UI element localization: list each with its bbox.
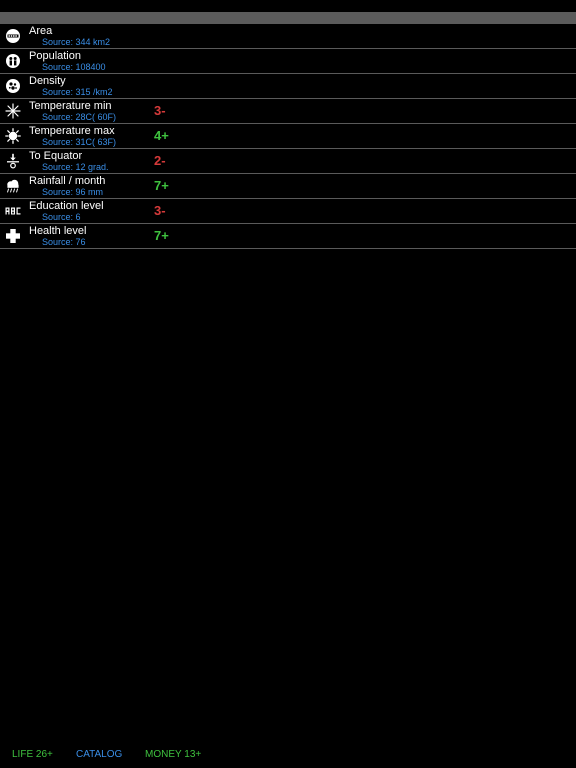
- stat-source-temperature-max: Source: 31C( 63F): [42, 137, 117, 147]
- stat-row-temperature-max: Temperature max Source: 31C( 63F) 4+: [0, 124, 576, 149]
- stat-label-rainfall: Rainfall / month: [29, 175, 106, 187]
- stat-source-rainfall: Source: 96 mm: [42, 187, 104, 197]
- abc-icon: [5, 203, 21, 219]
- sun-icon: [5, 128, 21, 144]
- stat-score-health: 7+: [154, 228, 169, 243]
- stat-source-to-equator: Source: 12 grad.: [42, 162, 109, 172]
- stat-score-rainfall: 7+: [154, 178, 169, 193]
- snowflake-icon: [5, 103, 21, 119]
- stat-row-population: Population Source: 108400: [0, 49, 576, 74]
- density-icon: [5, 78, 21, 94]
- stat-score-to-equator: 2-: [154, 153, 166, 168]
- stat-row-density: Density Source: 315 /km2: [0, 74, 576, 99]
- stat-label-health: Health level: [29, 225, 87, 237]
- money-button[interactable]: MONEY 13+: [145, 749, 201, 761]
- bottom-bar: LIFE 26+ CATALOG MONEY 13+: [0, 748, 576, 764]
- stat-label-density: Density: [29, 75, 66, 87]
- stat-row-temperature-min: Temperature min Source: 28C( 60F) 3-: [0, 99, 576, 124]
- top-bar: [0, 12, 576, 24]
- equator-icon: [5, 153, 21, 169]
- stat-list: Area Source: 344 km2 Population Source: …: [0, 24, 576, 249]
- area-icon: [5, 28, 21, 44]
- stat-label-education: Education level: [29, 200, 104, 212]
- stat-label-temperature-max: Temperature max: [29, 125, 115, 137]
- stat-row-education: Education level Source: 6 3-: [0, 199, 576, 224]
- stat-label-to-equator: To Equator: [29, 150, 83, 162]
- life-button[interactable]: LIFE 26+: [12, 749, 53, 761]
- population-icon: [5, 53, 21, 69]
- stat-score-temperature-min: 3-: [154, 103, 166, 118]
- catalog-button[interactable]: CATALOG: [76, 749, 122, 761]
- stat-source-education: Source: 6: [42, 212, 81, 222]
- health-cross-icon: [5, 228, 21, 244]
- stat-row-area: Area Source: 344 km2: [0, 24, 576, 49]
- stat-source-area: Source: 344 km2: [42, 37, 111, 47]
- stat-row-to-equator: To Equator Source: 12 grad. 2-: [0, 149, 576, 174]
- stat-label-population: Population: [29, 50, 81, 62]
- stat-source-temperature-min: Source: 28C( 60F): [42, 112, 117, 122]
- stat-label-area: Area: [29, 25, 53, 37]
- stat-row-rainfall: Rainfall / month Source: 96 mm 7+: [0, 174, 576, 199]
- stat-row-health: Health level Source: 76 7+: [0, 224, 576, 249]
- stat-source-population: Source: 108400: [42, 62, 106, 72]
- stat-label-temperature-min: Temperature min: [29, 100, 112, 112]
- stat-source-health: Source: 76: [42, 237, 86, 247]
- stat-score-education: 3-: [154, 203, 166, 218]
- stat-source-density: Source: 315 /km2: [42, 87, 113, 97]
- stat-score-temperature-max: 4+: [154, 128, 169, 143]
- rain-cloud-icon: [5, 178, 21, 194]
